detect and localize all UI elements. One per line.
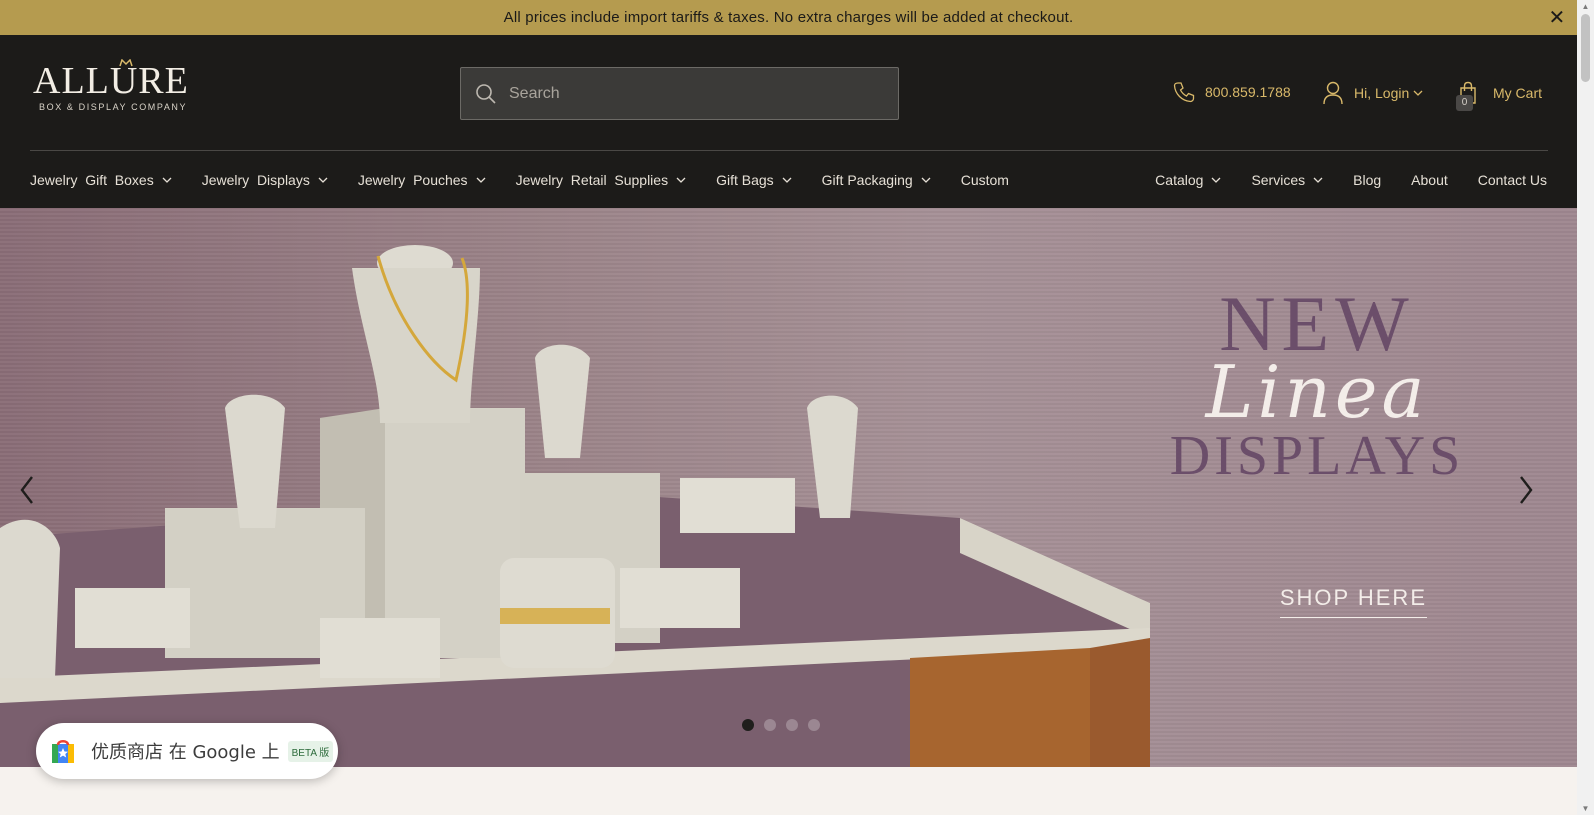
scrollbar-thumb[interactable] bbox=[1581, 14, 1590, 82]
nav-label: Custom bbox=[960, 172, 1009, 188]
chevron-down-icon bbox=[782, 177, 792, 183]
secondary-nav: Catalog Services Blog About Contact Us bbox=[1125, 172, 1547, 188]
search-icon[interactable] bbox=[475, 83, 497, 105]
nav-label: Gift Packaging bbox=[821, 172, 913, 188]
site-header: ALLURE BOX & DISPLAY COMPANY 800.859.178… bbox=[0, 35, 1577, 208]
crown-icon bbox=[119, 59, 133, 67]
beta-badge: BETA 版 bbox=[287, 740, 334, 762]
chevron-down-icon bbox=[318, 177, 328, 183]
login-label: Hi, Login bbox=[1354, 85, 1410, 101]
nav-item-blog[interactable]: Blog bbox=[1353, 172, 1381, 188]
nav-item-about[interactable]: About bbox=[1411, 172, 1448, 188]
user-icon bbox=[1323, 81, 1343, 105]
nav-label: Jewelry Gift Boxes bbox=[30, 172, 154, 188]
logo-tagline: BOX & DISPLAY COMPANY bbox=[39, 102, 188, 112]
carousel-dot[interactable] bbox=[786, 719, 798, 731]
header-divider bbox=[30, 150, 1548, 151]
shop-here-link[interactable]: SHOP HERE bbox=[1279, 585, 1427, 618]
page-scrollbar[interactable]: ▲ ▼ bbox=[1577, 0, 1594, 815]
carousel-dot[interactable] bbox=[764, 719, 776, 731]
nav-item-jewelry-displays[interactable]: Jewelry Displays bbox=[202, 172, 328, 188]
cart-link[interactable]: 0 My Cart bbox=[1456, 81, 1542, 111]
nav-label: About bbox=[1411, 172, 1448, 188]
cart-label: My Cart bbox=[1493, 85, 1542, 101]
nav-item-gift-packaging[interactable]: Gift Packaging bbox=[822, 172, 931, 188]
hero-jewelry-display-image bbox=[0, 245, 1150, 767]
phone-link[interactable]: 800.859.1788 bbox=[1173, 81, 1291, 103]
logo-wordmark: ALLURE bbox=[33, 60, 189, 102]
nav-item-custom[interactable]: Custom bbox=[961, 172, 1009, 188]
nav-item-jewelry-gift-boxes[interactable]: Jewelry Gift Boxes bbox=[30, 172, 172, 188]
nav-label: Gift Bags bbox=[716, 172, 774, 188]
cart-count-badge: 0 bbox=[1456, 95, 1473, 111]
nav-label: Jewelry Pouches bbox=[357, 172, 468, 188]
chevron-down-icon bbox=[1313, 177, 1323, 183]
chevron-down-icon bbox=[676, 177, 686, 183]
hero-carousel[interactable]: NEW Linea DISPLAYS SHOP HERE bbox=[0, 208, 1577, 767]
nav-label: Jewelry Displays bbox=[201, 172, 310, 188]
scroll-up-icon[interactable]: ▲ bbox=[1581, 2, 1590, 11]
nav-item-jewelry-pouches[interactable]: Jewelry Pouches bbox=[358, 172, 486, 188]
chevron-right-icon[interactable] bbox=[1513, 473, 1537, 507]
carousel-dot[interactable] bbox=[742, 719, 754, 731]
chevron-down-icon bbox=[162, 177, 172, 183]
nav-label: Catalog bbox=[1155, 172, 1204, 188]
nav-item-catalog[interactable]: Catalog bbox=[1155, 172, 1221, 188]
hero-line-displays: DISPLAYS bbox=[1169, 425, 1465, 487]
nav-item-jewelry-retail-supplies[interactable]: Jewelry Retail Supplies bbox=[516, 172, 687, 188]
chevron-down-icon bbox=[921, 177, 931, 183]
google-badge-text: 优质商店 在 Google 上 bbox=[91, 742, 280, 763]
login-menu[interactable]: Hi, Login bbox=[1322, 81, 1423, 105]
logo[interactable]: ALLURE BOX & DISPLAY COMPANY bbox=[33, 59, 193, 121]
search-input[interactable] bbox=[509, 84, 889, 103]
phone-icon bbox=[1173, 82, 1195, 103]
hero-line-linea: Linea bbox=[1205, 350, 1429, 434]
nav-item-contact-us[interactable]: Contact Us bbox=[1478, 172, 1547, 188]
carousel-dot[interactable] bbox=[808, 719, 820, 731]
nav-item-gift-bags[interactable]: Gift Bags bbox=[716, 172, 792, 188]
nav-label: Blog bbox=[1353, 172, 1382, 188]
carousel-dots bbox=[742, 719, 820, 731]
hero-headline: NEW Linea DISPLAYS bbox=[1167, 285, 1467, 487]
close-icon[interactable]: ✕ bbox=[1547, 8, 1567, 28]
google-shopping-bag-icon bbox=[52, 740, 74, 763]
primary-nav: Jewelry Gift Boxes Jewelry Displays Jewe… bbox=[30, 172, 1039, 188]
scroll-down-icon[interactable]: ▼ bbox=[1581, 804, 1590, 813]
promo-bar: All prices include import tariffs & taxe… bbox=[0, 0, 1577, 35]
search-bar[interactable] bbox=[460, 67, 899, 120]
nav-label: Contact Us bbox=[1477, 172, 1547, 188]
nav-label: Services bbox=[1251, 172, 1306, 188]
google-store-badge[interactable]: 优质商店 在 Google 上 BETA 版 bbox=[36, 723, 338, 779]
promo-text: All prices include import tariffs & taxe… bbox=[503, 9, 1074, 26]
nav-item-services[interactable]: Services bbox=[1251, 172, 1323, 188]
chevron-down-icon bbox=[1413, 90, 1423, 96]
phone-number: 800.859.1788 bbox=[1205, 84, 1291, 100]
nav-label: Jewelry Retail Supplies bbox=[515, 172, 669, 188]
chevron-down-icon bbox=[1211, 177, 1221, 183]
chevron-left-icon[interactable] bbox=[16, 473, 40, 507]
chevron-down-icon bbox=[476, 177, 486, 183]
